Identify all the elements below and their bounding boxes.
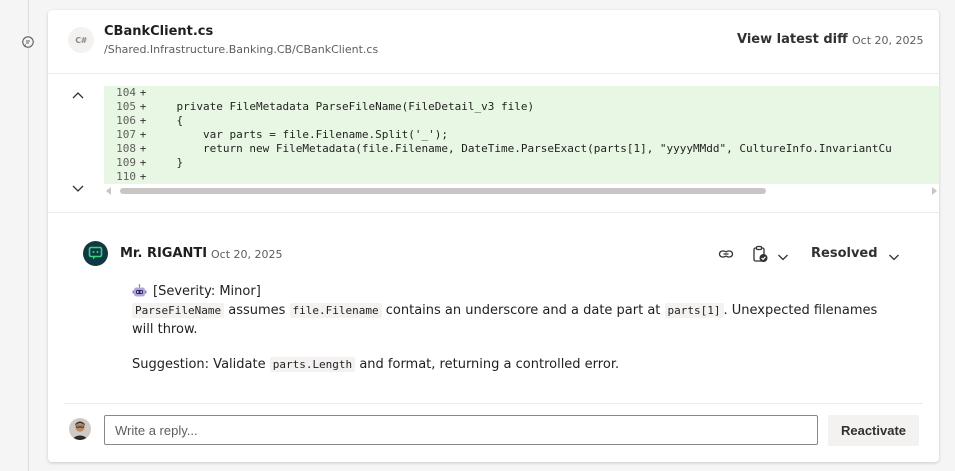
chevron-down-icon [888, 248, 900, 260]
code-text: return new FileMetadata(file.Filename, D… [150, 142, 892, 155]
timeline-line [28, 0, 29, 471]
user-avatar [69, 418, 91, 440]
added-marker: + [139, 142, 147, 155]
divider [64, 403, 923, 404]
status-dropdown[interactable]: Resolved [811, 246, 900, 261]
code-text: { [150, 114, 184, 127]
view-latest-diff-link[interactable]: View latest diff [737, 32, 848, 47]
inline-code: parts[1] [664, 303, 724, 318]
file-comment-card: C# CBankClient.cs /Shared.Infrastructure… [48, 10, 939, 462]
added-marker: + [139, 128, 147, 141]
line-number: 104 [116, 86, 136, 99]
diff-line: 104 + [104, 86, 939, 100]
reply-input[interactable] [104, 415, 818, 445]
link-icon[interactable] [718, 246, 734, 262]
comment-paragraph-2: Suggestion: Validate parts.Length and fo… [132, 355, 902, 374]
diff-line: 109 + } [104, 156, 939, 170]
comment-text: assumes [224, 303, 290, 318]
file-date: Oct 20, 2025 [852, 34, 924, 47]
comment-body: [Severity: Minor] ParseFileName assumes … [132, 282, 902, 374]
added-marker: + [139, 156, 147, 169]
code-text: var parts = file.Filename.Split('_'); [150, 128, 449, 141]
code-text: } [150, 156, 184, 169]
chevron-down-icon[interactable] [70, 180, 86, 196]
line-number: 108 [116, 142, 136, 155]
comment-paragraph-1: ParseFileName assumes file.Filename cont… [132, 301, 902, 339]
added-marker: + [139, 100, 147, 113]
added-marker: + [139, 170, 147, 183]
comment-icon [21, 34, 35, 48]
status-label: Resolved [811, 246, 878, 261]
comment-text: contains an underscore and a date part a… [381, 303, 665, 318]
reactivate-button[interactable]: Reactivate [828, 415, 919, 446]
scroll-left-arrow-icon[interactable] [106, 187, 111, 195]
diff-line: 108 + return new FileMetadata(file.Filena… [104, 142, 939, 156]
file-path: /Shared.Infrastructure.Banking.CB/CBankC… [104, 43, 379, 56]
comment-date: Oct 20, 2025 [211, 248, 283, 261]
horizontal-scrollbar[interactable] [104, 186, 939, 196]
line-number: 105 [116, 100, 136, 113]
clipboard-check-icon[interactable] [752, 245, 768, 263]
diff-line: 105 + private FileMetadata ParseFileName(… [104, 100, 939, 114]
file-header: C# CBankClient.cs /Shared.Infrastructure… [48, 10, 939, 74]
line-number: 107 [116, 128, 136, 141]
scroll-right-arrow-icon[interactable] [932, 187, 937, 195]
comment-thread: Mr. RIGANTI Oct 20, 2025 Resolved [Sever… [48, 213, 939, 462]
line-number: 110 [116, 170, 136, 183]
left-rail [0, 0, 48, 471]
inline-code: file.Filename [289, 303, 382, 318]
language-badge: C# [68, 27, 94, 53]
severity-text: [Severity: Minor] [153, 284, 261, 299]
comment-text: and format, returning a controlled error… [355, 357, 620, 372]
diff-line: 110 + [104, 170, 939, 184]
line-number: 106 [116, 114, 136, 127]
file-name[interactable]: CBankClient.cs [104, 24, 213, 39]
severity-line: [Severity: Minor] [132, 282, 902, 301]
added-marker: + [139, 114, 147, 127]
code-block: 104 +105 + private FileMetadata ParseFileN… [104, 86, 939, 184]
comment-text: Suggestion: Validate [132, 357, 270, 372]
line-number: 109 [116, 156, 136, 169]
added-marker: + [139, 86, 147, 99]
bot-avatar [83, 241, 108, 266]
code-text: private FileMetadata ParseFileName(FileD… [150, 100, 535, 113]
robot-icon [132, 284, 147, 299]
diff-line: 106 + { [104, 114, 939, 128]
diff-line: 107 + var parts = file.Filename.Split('_'… [104, 128, 939, 142]
chevron-down-icon[interactable] [777, 248, 789, 261]
chevron-up-icon[interactable] [70, 88, 86, 104]
inline-code: ParseFileName [132, 303, 225, 318]
diff-view: 104 +105 + private FileMetadata ParseFileN… [48, 74, 939, 213]
scrollbar-thumb[interactable] [120, 188, 766, 194]
inline-code: parts.Length [269, 357, 356, 372]
comment-author: Mr. RIGANTI [120, 246, 208, 261]
